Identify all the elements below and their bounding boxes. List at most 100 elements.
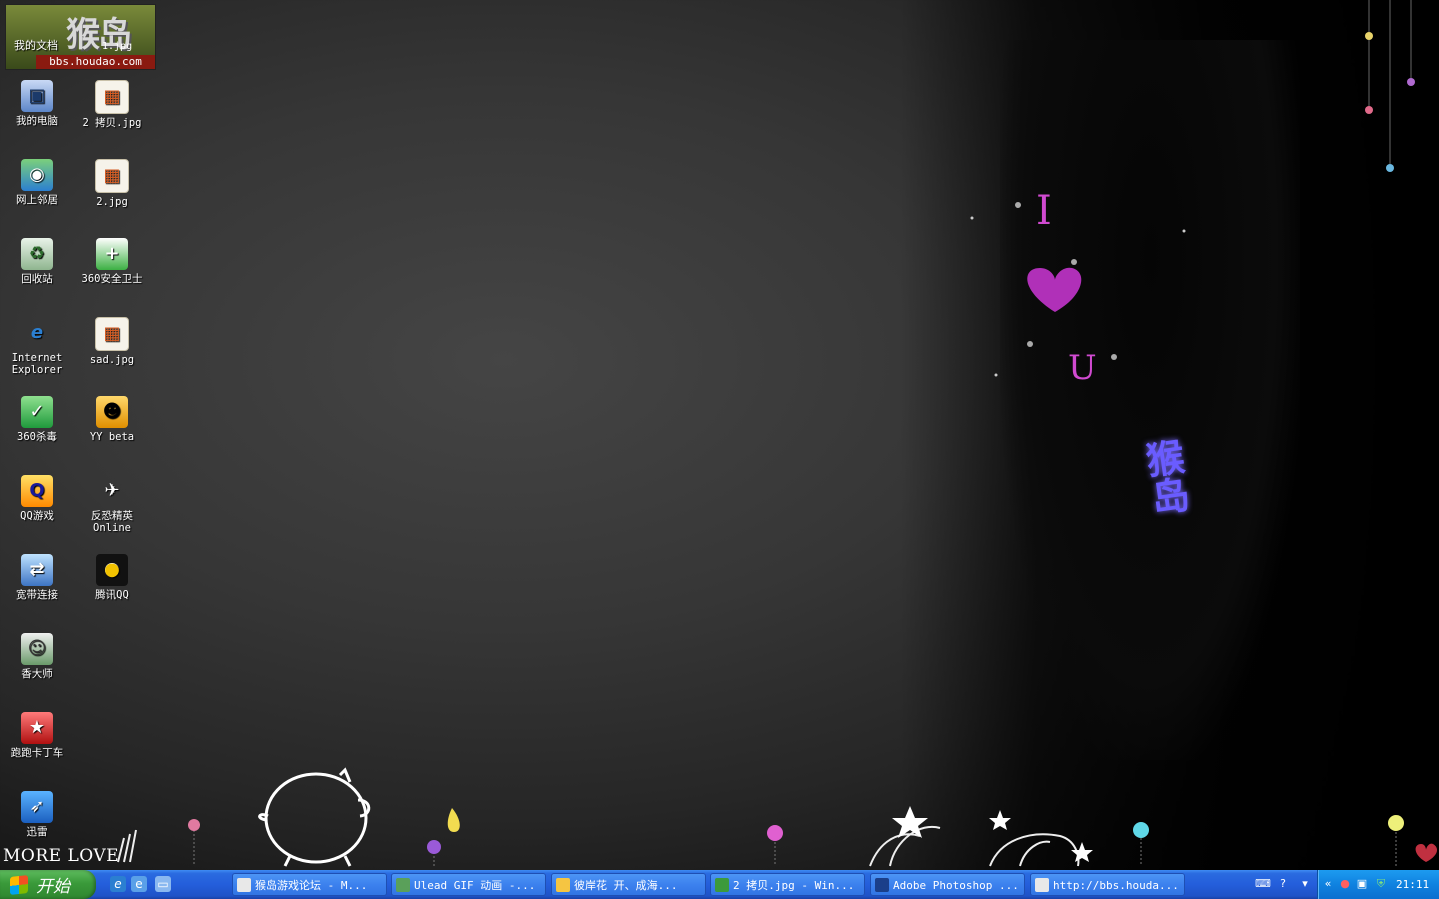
qq-penguin-icon: ● [96,554,128,586]
task-button-photoshop[interactable]: Adobe Photoshop ... [870,873,1025,896]
wallpaper-letter-i: I [1036,188,1052,234]
folder-icon [556,878,570,892]
icon-label: 2 拷贝.jpg [82,117,142,129]
desktop-icon-360-safeguard[interactable]: + 360安全卫士 [75,238,149,285]
browser-icon [237,878,251,892]
wallpaper-decorations [117,0,1438,867]
network-tray-icon[interactable]: ▣ [1355,877,1369,891]
desktop-icon-my-computer[interactable]: ▣ 我的电脑 [0,80,74,127]
360-safeguard-icon: + [96,238,128,270]
task-button-ulead-gif[interactable]: Ulead GIF 动画 -... [391,873,546,896]
ie-icon: e [30,322,44,343]
icon-label: 360杀毒 [17,431,57,443]
task-button-browser[interactable]: http://bbs.houda... [1030,873,1185,896]
lollipop-magenta [767,825,783,841]
wallpaper-letter-u: U [1068,348,1097,388]
task-label: Ulead GIF 动画 -... [414,879,536,892]
task-button-folder[interactable]: 彼岸花 开、成海... [551,873,706,896]
jpg-file-icon: ▦ [95,80,129,114]
desktop-icon-kart-rider[interactable]: ★ 跑跑卡丁车 [0,712,74,759]
flower-pink [1365,106,1373,114]
expand-tray-icon[interactable]: « [1321,877,1335,891]
lollipop-pink [188,819,200,831]
desktop-icon-thunder[interactable]: ➶ 迅雷 [0,791,74,838]
qq-game-icon: Q [21,475,53,507]
ulead-icon [396,878,410,892]
desktop-icon-1-jpg[interactable]: 1.jpg [102,41,132,52]
icon-label: sad.jpg [89,354,135,366]
icon-label: 跑跑卡丁车 [10,747,64,759]
icon-label: 我的电脑 [16,115,58,127]
desktop-icon-counter-strike[interactable]: ✈ 反恐精英 Online [75,475,149,535]
desktop-icon-360-antivirus[interactable]: ✓ 360杀毒 [0,396,74,443]
broadband-icon: ⇄ [21,554,53,586]
thunder-icon: ➶ [21,791,53,823]
network-icon: ◉ [21,159,53,191]
more-love-text: MORE LOVE [3,846,120,866]
jpg-file-icon: ▦ [95,317,129,351]
ie-icon[interactable]: e [110,876,126,892]
desktop[interactable]: I U 猴 岛 MORE LOVE 猴岛 我的文档 1.jpg bbs.houd… [0,0,1439,870]
qq-tray-icon[interactable]: ● [1338,877,1352,891]
flower-blue [1386,164,1394,172]
houdao-logo: 猴岛 我的文档 1.jpg bbs.houdao.com [5,4,156,70]
icon-label: 反恐精英 Online [91,510,133,534]
desktop-icon-sad-jpg[interactable]: ▦ sad.jpg [75,317,149,366]
start-button[interactable]: 开始 [0,870,96,899]
lollipop-purple [427,840,441,854]
desktop-icon-internet-explorer[interactable]: e Internet Explorer [0,317,74,377]
desktop-icon-xiang-master[interactable]: ☺ 香大师 [0,633,74,680]
heart-shape [1027,267,1082,312]
task-button-image-viewer[interactable]: 2 拷贝.jpg - Win... [710,873,865,896]
xiang-master-icon: ☺ [21,633,53,665]
icon-label: 香大师 [21,668,53,680]
360-shield-tray-icon[interactable]: ⛨ [1374,877,1388,891]
keyboard-icon[interactable]: ⌨ [1255,877,1271,891]
desktop-icon-2-copy-jpg[interactable]: ▦ 2 拷贝.jpg [75,80,149,129]
task-label: http://bbs.houda... [1053,879,1179,892]
lollipop-cyan [1133,822,1149,838]
task-label: 彼岸花 开、成海... [574,879,678,892]
image-viewer-icon [715,878,729,892]
logo-url: bbs.houdao.com [36,55,155,69]
input-method-icon[interactable]: ▾ [1298,877,1312,891]
lollipop-yellow [1388,815,1404,831]
ie-alt-icon[interactable]: e [131,876,147,892]
task-label: 2 拷贝.jpg - Win... [733,879,855,892]
clock[interactable]: 21:11 [1396,870,1429,899]
desktop-icon-tencent-qq[interactable]: ● 腾讯QQ [75,554,149,601]
photoshop-icon [875,878,889,892]
counter-strike-icon: ✈ [104,480,120,501]
show-desktop-icon[interactable]: ▭ [155,876,171,892]
flower-yellow [1365,32,1373,40]
flower-purple [1407,78,1415,86]
desktop-icon-yy-beta[interactable]: ☻ YY beta [75,396,149,443]
desktop-icon-broadband[interactable]: ⇄ 宽带连接 [0,554,74,601]
icon-label: 迅雷 [26,826,48,838]
desktop-icon-2-jpg[interactable]: ▦ 2.jpg [75,159,149,208]
desktop-icon-qq-game[interactable]: Q QQ游戏 [0,475,74,522]
windows-flag-icon [10,874,28,895]
pig-drawing [258,767,371,867]
desktop-icon-my-documents[interactable]: 我的文档 [14,37,58,53]
icon-label: 2.jpg [96,196,128,208]
task-label: Adobe Photoshop ... [893,879,1019,892]
yellow-drop [447,808,460,832]
kart-rider-icon: ★ [21,712,53,744]
desktop-icon-recycle-bin[interactable]: ♻ 回收站 [0,238,74,285]
icon-label: 回收站 [21,273,53,285]
task-button-houdao-forum[interactable]: 猴岛游戏论坛 - M... [232,873,387,896]
icon-label: Internet Explorer [11,352,63,376]
icon-label: QQ游戏 [20,510,54,522]
jpg-file-icon: ▦ [95,159,129,193]
icon-label: 360安全卫士 [81,273,143,285]
start-label: 开始 [36,877,70,897]
task-label: 猴岛游戏论坛 - M... [255,879,368,892]
help-icon[interactable]: ? [1276,877,1290,891]
icon-label: YY beta [89,431,135,443]
360-antivirus-icon: ✓ [21,396,53,428]
icon-label: 宽带连接 [16,589,58,601]
yy-icon: ☻ [96,396,128,428]
desktop-icon-network[interactable]: ◉ 网上邻居 [0,159,74,206]
small-heart [1415,843,1438,862]
